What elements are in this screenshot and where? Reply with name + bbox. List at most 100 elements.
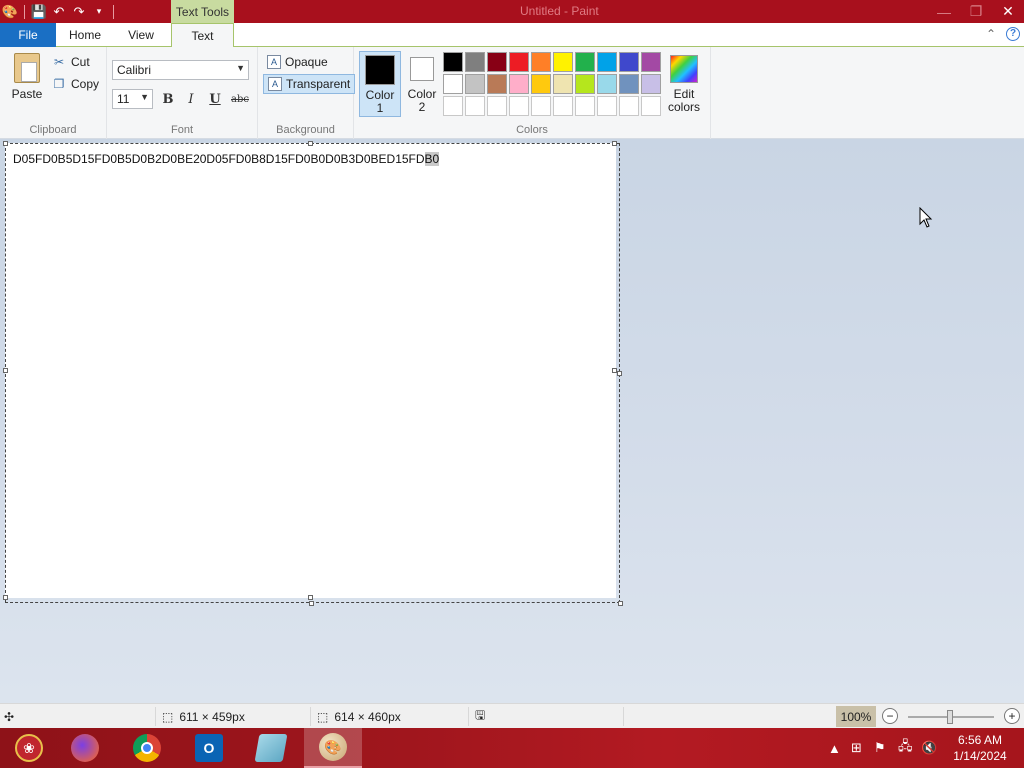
resize-handle-left[interactable] — [3, 368, 8, 373]
customize-qat-icon[interactable]: ▾ — [89, 0, 109, 23]
resize-handle-right[interactable] — [617, 371, 622, 376]
canvas-size-icon: ⬚ — [317, 709, 329, 724]
palette-swatch[interactable] — [443, 96, 463, 116]
palette-swatch[interactable] — [619, 96, 639, 116]
palette-swatch[interactable] — [553, 74, 573, 94]
taskbar-notes[interactable] — [242, 728, 300, 768]
palette-swatch[interactable] — [465, 96, 485, 116]
palette-swatch[interactable] — [443, 74, 463, 94]
resize-handle-bottom-inner[interactable] — [308, 595, 313, 600]
color1-label-line2: 1 — [376, 101, 384, 115]
status-separator — [623, 707, 624, 726]
ribbon: Paste ✂ Cut ❐ Copy Clipboard Font Calibr… — [0, 47, 1024, 139]
resize-handle-top-right[interactable] — [612, 141, 617, 146]
taskbar-paint[interactable]: 🎨 — [304, 728, 362, 768]
palette-swatch[interactable] — [509, 52, 529, 72]
resize-handle-bottom-right[interactable] — [618, 601, 623, 606]
palette-swatch[interactable] — [575, 74, 595, 94]
paste-button[interactable]: Paste — [8, 53, 46, 101]
system-clock[interactable]: 6:56 AM 1/14/2024 — [940, 732, 1020, 764]
palette-swatch[interactable] — [509, 96, 529, 116]
minimize-ribbon-icon[interactable]: ⌃ — [986, 27, 996, 41]
tab-view[interactable]: View — [112, 23, 170, 47]
selection-size: ⬚ 611 × 459px — [162, 704, 245, 729]
save-icon[interactable]: 💾 — [29, 0, 49, 23]
cut-label: Cut — [71, 55, 90, 69]
tab-file[interactable]: File — [0, 23, 56, 47]
palette-swatch[interactable] — [597, 96, 617, 116]
palette-swatch[interactable] — [531, 74, 551, 94]
redo-icon[interactable]: ↷ — [69, 0, 89, 23]
taskbar-chrome[interactable] — [118, 728, 176, 768]
scissors-icon: ✂ — [53, 55, 65, 69]
palette-swatch[interactable] — [465, 52, 485, 72]
palette-swatch[interactable] — [575, 96, 595, 116]
zoom-in-button[interactable]: + — [1004, 708, 1020, 724]
start-icon: ❀ — [15, 734, 43, 762]
close-button[interactable]: ✕ — [992, 0, 1024, 23]
tray-overflow-icon[interactable]: ▲ — [828, 728, 841, 768]
clock-date: 1/14/2024 — [953, 749, 1007, 763]
font-size-select[interactable]: 11 ▼ — [112, 89, 153, 109]
underline-button[interactable]: U — [206, 90, 224, 108]
network-icon[interactable]: 🖧 — [898, 728, 913, 768]
help-icon[interactable]: ? — [1006, 27, 1020, 41]
tray-network-settings-icon[interactable]: ⊞ — [851, 728, 862, 768]
cut-button[interactable]: ✂ Cut — [52, 53, 90, 71]
transparent-icon: A — [268, 77, 282, 91]
color-palette — [443, 52, 661, 116]
palette-swatch[interactable] — [553, 96, 573, 116]
resize-handle-bottom[interactable] — [309, 601, 314, 606]
copy-button[interactable]: ❐ Copy — [52, 75, 99, 93]
color1-button[interactable]: Color 1 — [359, 51, 401, 117]
background-group-label: Background — [276, 124, 335, 136]
canvas-boundary — [5, 143, 620, 603]
palette-swatch[interactable] — [641, 52, 661, 72]
palette-swatch[interactable] — [465, 74, 485, 94]
opaque-button[interactable]: A Opaque — [263, 52, 332, 72]
volume-muted-icon[interactable]: 🔇 — [921, 728, 937, 768]
palette-swatch[interactable] — [619, 52, 639, 72]
resize-handle-bottom-left[interactable] — [3, 595, 8, 600]
palette-swatch[interactable] — [487, 52, 507, 72]
edit-colors-button[interactable]: Edit colors — [664, 53, 704, 114]
font-family-select[interactable]: Calibri ▼ — [112, 60, 249, 80]
resize-handle-top-left[interactable] — [3, 141, 8, 146]
zoom-out-button[interactable]: − — [882, 708, 898, 724]
strikethrough-button[interactable]: abc — [229, 90, 251, 108]
palette-swatch[interactable] — [487, 96, 507, 116]
minimize-button[interactable]: — — [928, 0, 960, 23]
action-center-flag-icon[interactable]: ⚑ — [874, 728, 886, 768]
edit-colors-line2: colors — [667, 100, 700, 114]
tab-home[interactable]: Home — [58, 23, 112, 47]
ribbon-tabs: File Home View Text ⌃ ? — [0, 23, 1024, 48]
taskbar-firefox[interactable] — [56, 728, 114, 768]
palette-swatch[interactable] — [487, 74, 507, 94]
palette-swatch[interactable] — [575, 52, 595, 72]
italic-button[interactable]: I — [182, 90, 200, 108]
chrome-icon — [133, 734, 161, 762]
bold-button[interactable]: B — [159, 90, 177, 108]
transparent-button[interactable]: A Transparent — [263, 74, 356, 94]
paint-app-icon[interactable]: 🎨 — [0, 0, 20, 23]
palette-swatch[interactable] — [509, 74, 529, 94]
maximize-button[interactable]: ❐ — [960, 0, 992, 23]
palette-swatch[interactable] — [443, 52, 463, 72]
palette-swatch[interactable] — [641, 74, 661, 94]
palette-swatch[interactable] — [531, 96, 551, 116]
taskbar-outlook[interactable]: O — [180, 728, 238, 768]
tab-text[interactable]: Text — [171, 23, 234, 48]
start-button[interactable]: ❀ — [0, 728, 58, 768]
palette-swatch[interactable] — [531, 52, 551, 72]
palette-swatch[interactable] — [597, 74, 617, 94]
palette-swatch[interactable] — [553, 52, 573, 72]
resize-handle-top[interactable] — [308, 141, 313, 146]
zoom-slider-thumb[interactable] — [947, 710, 953, 724]
palette-swatch[interactable] — [641, 96, 661, 116]
undo-icon[interactable]: ↶ — [49, 0, 69, 23]
text-tools-context-label: Text Tools — [171, 0, 234, 23]
palette-swatch[interactable] — [597, 52, 617, 72]
color2-button[interactable]: Color 2 — [401, 51, 443, 117]
palette-swatch[interactable] — [619, 74, 639, 94]
paint-icon: 🎨 — [319, 733, 347, 761]
